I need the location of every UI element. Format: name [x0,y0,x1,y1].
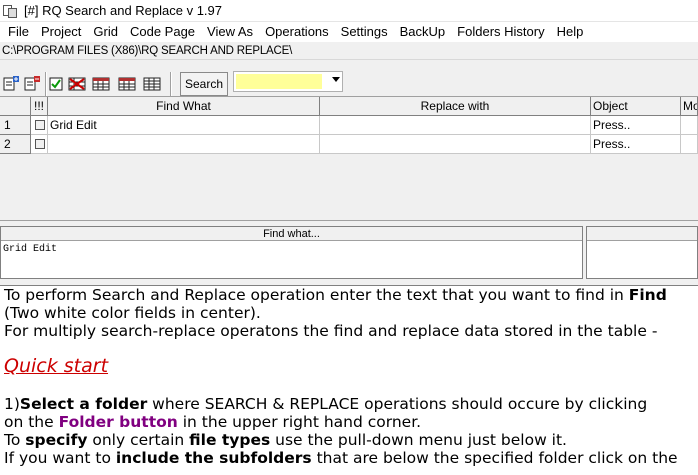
grid-header: !!! Find What Replace with Object Mo [0,97,698,116]
add-row-icon[interactable] [3,75,21,93]
menu-operations[interactable]: Operations [259,22,335,42]
grid-table-icon-2[interactable] [118,75,136,93]
find-what-textarea[interactable]: Grid Edit [1,241,582,258]
menu-code-page[interactable]: Code Page [124,22,201,42]
row-number: 1 [0,116,31,135]
folder-path: C:\PROGRAM FILES (X86)\RQ SEARCH AND REP… [0,42,698,60]
row-number: 2 [0,135,31,154]
menu-grid[interactable]: Grid [87,22,124,42]
header-replace-with[interactable]: Replace with [320,97,591,116]
quick-start-link[interactable]: Quick start [4,355,698,377]
replace-cell[interactable] [320,116,591,135]
table-row[interactable]: 1 Grid Edit Press.. [0,116,698,135]
check-all-icon[interactable] [48,75,66,93]
help-line: To specify only certain file types use t… [4,431,567,450]
object-cell[interactable]: Press.. [591,116,681,135]
find-what-panel: Find what... Grid Edit [0,226,583,279]
table-row[interactable]: 2 Press.. [0,135,698,154]
find-what-header: Find what... [1,227,582,241]
window-title: [#] RQ Search and Replace v 1.97 [24,3,223,18]
help-panel: To perform Search and Replace operation … [0,285,698,475]
help-line: on the Folder button in the upper right … [4,412,422,431]
help-line: If you want to include the subfolders th… [4,449,678,468]
menu-view-as[interactable]: View As [201,22,259,42]
replace-cell[interactable] [320,135,591,154]
grid-table-icon[interactable] [92,75,110,93]
folder-button-link[interactable]: Folder button [59,413,178,431]
checkbox-icon[interactable] [35,120,45,130]
replace-with-header [587,227,697,241]
menu-folders-history[interactable]: Folders History [451,22,550,42]
chevron-down-icon[interactable] [332,77,340,82]
menu-settings[interactable]: Settings [335,22,394,42]
menu-bar: File Project Grid Code Page View As Oper… [0,22,698,42]
header-object[interactable]: Object [591,97,681,116]
filter-combo[interactable] [233,71,343,92]
title-bar: [#] RQ Search and Replace v 1.97 [0,0,698,22]
menu-file[interactable]: File [2,22,35,42]
toolbar-separator [45,72,47,96]
search-button[interactable]: Search [180,72,228,96]
help-line: 1)Select a folder where SEARCH & REPLACE… [4,394,648,413]
menu-help[interactable]: Help [551,22,590,42]
mode-cell[interactable] [681,135,698,154]
row-checkbox[interactable] [31,116,48,135]
toolbar-separator [170,72,172,96]
delete-row-icon[interactable] [24,75,42,93]
header-row-number [0,97,31,116]
menu-project[interactable]: Project [35,22,87,42]
app-icon [3,3,19,19]
search-replace-grid: !!! Find What Replace with Object Mo 1 G… [0,96,698,220]
checkbox-icon[interactable] [35,139,45,149]
mode-cell[interactable] [681,116,698,135]
help-line: For multiply search-replace operatons th… [4,322,658,341]
header-flag[interactable]: !!! [31,97,48,116]
header-mode[interactable]: Mo [681,97,698,116]
object-cell[interactable]: Press.. [591,135,681,154]
grid-table-icon-3[interactable] [143,75,161,93]
toolbar: Search [0,66,698,96]
replace-with-panel [586,226,698,279]
row-checkbox[interactable] [31,135,48,154]
clear-grid-icon[interactable] [68,75,86,93]
find-cell[interactable]: Grid Edit [48,116,320,135]
menu-backup[interactable]: BackUp [394,22,452,42]
help-line: (Two white color fields in center). [4,304,261,323]
help-line: To perform Search and Replace operation … [4,286,667,304]
find-cell[interactable] [48,135,320,154]
header-find-what[interactable]: Find What [48,97,320,116]
filter-combo-field[interactable] [236,74,322,89]
